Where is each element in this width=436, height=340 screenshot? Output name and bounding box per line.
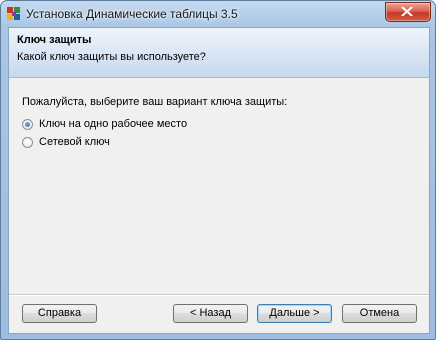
wizard-header: Ключ защиты Какой ключ защиты вы использ… xyxy=(9,28,429,78)
next-button[interactable]: Дальше > xyxy=(257,304,332,323)
radio-button[interactable] xyxy=(22,136,33,148)
option-label: Ключ на одно рабочее место xyxy=(39,118,188,130)
dialog-client: Ключ защиты Какой ключ защиты вы использ… xyxy=(8,27,430,334)
option-single-seat-key[interactable]: Ключ на одно рабочее место xyxy=(22,117,187,131)
close-icon xyxy=(401,7,413,16)
installer-window: Установка Динамические таблицы 3.5 Ключ … xyxy=(0,0,436,340)
window-title: Установка Динамические таблицы 3.5 xyxy=(26,7,238,21)
radio-button-checked[interactable] xyxy=(22,118,33,130)
app-icon xyxy=(7,7,21,21)
close-button[interactable] xyxy=(385,2,431,22)
help-button[interactable]: Справка xyxy=(22,304,97,323)
page-title: Ключ защиты xyxy=(17,34,92,46)
back-button[interactable]: < Назад xyxy=(173,304,248,323)
cancel-button[interactable]: Отмена xyxy=(342,304,417,323)
option-label: Сетевой ключ xyxy=(39,136,110,148)
page-subtitle: Какой ключ защиты вы используете? xyxy=(17,51,206,63)
selection-prompt: Пожалуйста, выберите ваш вариант ключа з… xyxy=(22,96,288,108)
option-network-key[interactable]: Сетевой ключ xyxy=(22,135,110,149)
footer-divider xyxy=(9,294,429,296)
title-bar[interactable]: Установка Динамические таблицы 3.5 xyxy=(1,1,435,27)
